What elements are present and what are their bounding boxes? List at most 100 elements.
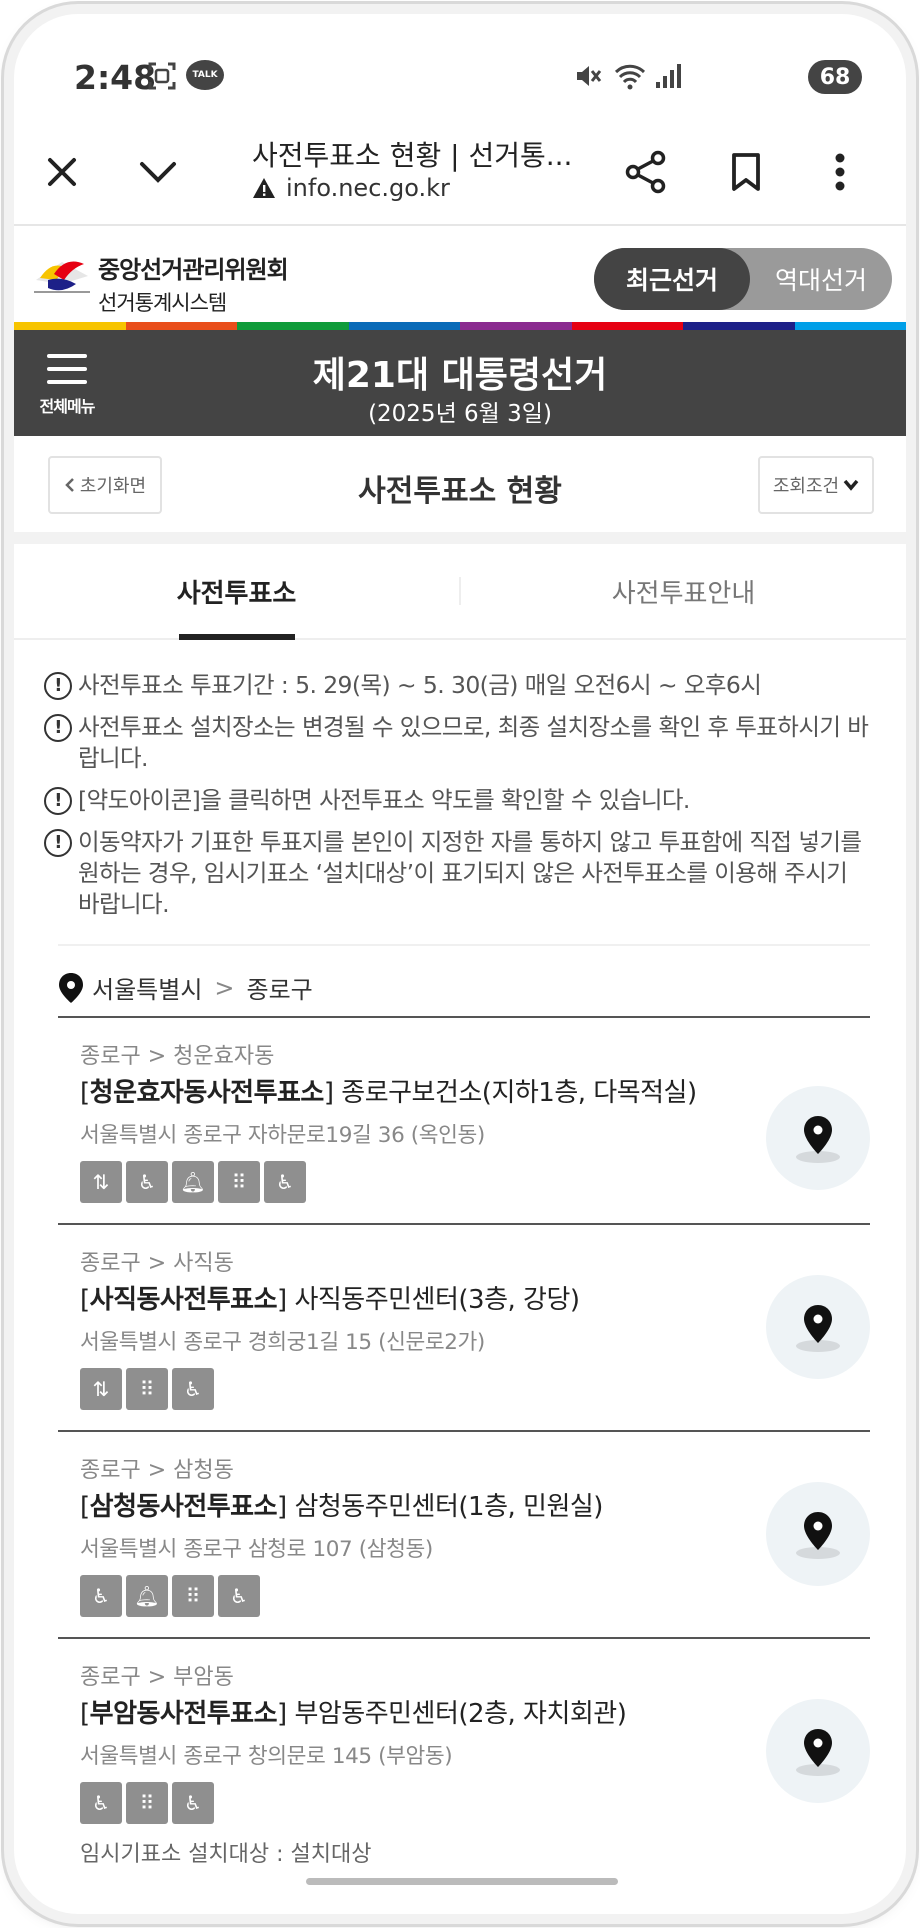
map-pin-icon <box>796 1305 840 1352</box>
station-name: 삼청동사전투표소 <box>89 1492 278 1522</box>
color-stripe-segment <box>571 322 683 330</box>
site-header: 중앙선거관리위원회 선거통계시스템 최근선거 역대선거 <box>14 226 906 326</box>
wheelchair-ramp-icon: ♿ <box>80 1575 122 1617</box>
color-stripe-segment <box>14 322 126 330</box>
station-title: [부암동사전투표소] 부암동주민센터(2층, 자치회관) <box>80 1699 627 1729</box>
notice-text: [약도아이콘]을 클릭하면 사전투표소 약도를 확인할 수 있습니다. <box>78 786 690 814</box>
station-address: 서울특별시 종로구 경희궁1길 15 (신문로2가) <box>80 1330 485 1355</box>
station-item[interactable]: 종로구 > 청운효자동 [청운효자동사전투표소] 종로구보건소(지하1층, 다목… <box>58 1018 870 1225</box>
chevron-down-icon <box>140 162 176 183</box>
braille-icon: ⠿ <box>172 1575 214 1617</box>
notice-item: ! [약도아이콘]을 클릭하면 사전투표소 약도를 확인할 수 있습니다. <box>44 785 874 816</box>
station-address: 서울특별시 종로구 삼청로 107 (삼청동) <box>80 1537 433 1562</box>
wifi-icon <box>610 60 650 92</box>
location-breadcrumb: 서울특별시 > 종로구 <box>58 970 313 1005</box>
station-name: 부암동사전투표소 <box>89 1699 278 1729</box>
election-title: 제21대 대통령선거 <box>312 355 608 396</box>
bookmark-button[interactable] <box>716 142 776 202</box>
station-name: 청운효자동사전투표소 <box>89 1078 325 1108</box>
notice-text: 사전투표소 설치장소는 변경될 수 있으므로, 최종 설치장소를 확인 후 투표… <box>78 713 869 772</box>
tab-early-voting-guide[interactable]: 사전투표안내 <box>461 544 906 638</box>
braille-icon: ⠿ <box>126 1368 168 1410</box>
station-title: [청운효자동사전투표소] 종로구보건소(지하1층, 다목적실) <box>80 1078 697 1108</box>
wheelchair-ramp-icon: ♿ <box>126 1161 168 1203</box>
color-stripe-segment <box>237 322 349 330</box>
wheelchair-icon: ♿ <box>172 1368 214 1410</box>
station-area: 종로구 > 청운효자동 <box>80 1044 275 1069</box>
org-name: 중앙선거관리위원회 <box>98 256 289 284</box>
gesture-home-indicator[interactable] <box>306 1878 618 1885</box>
exclamation-circle-icon: ! <box>44 714 72 742</box>
exclamation-circle-icon: ! <box>44 829 72 857</box>
map-pin-icon <box>796 1729 840 1776</box>
notice-text: 사전투표소 투표기간 : 5. 29(목) ~ 5. 30(금) 매일 오전6시… <box>78 671 762 699</box>
map-button[interactable] <box>766 1086 870 1190</box>
divider <box>58 944 870 946</box>
browser-toolbar: 사전투표소 현황 | 선거통... info.nec.go.kr <box>14 114 906 226</box>
station-name: 사직동사전투표소 <box>89 1285 278 1315</box>
color-stripe-segment <box>683 322 795 330</box>
home-button[interactable]: 초기화면 <box>48 456 162 514</box>
election-banner: 전체메뉴 제21대 대통령선거 (2025년 6월 3일) <box>14 330 906 436</box>
warning-icon <box>253 178 275 198</box>
station-place: 종로구보건소(지하1층, 다목적실) <box>341 1078 697 1108</box>
map-button[interactable] <box>766 1275 870 1379</box>
facility-icons: ♿ ⠿ ♿ <box>80 1782 870 1824</box>
tab-bar: 사전투표소 사전투표안내 <box>14 544 906 640</box>
org-subtitle: 선거통계시스템 <box>98 291 227 315</box>
notice-item: ! 이동약자가 기표한 투표지를 본인이 지정한 자를 통하지 않고 투표함에 … <box>44 827 874 920</box>
past-election-button[interactable]: 역대선거 <box>750 248 892 310</box>
url-text: info.nec.go.kr <box>286 174 450 202</box>
station-address: 서울특별시 종로구 창의문로 145 (부암동) <box>80 1744 453 1769</box>
station-item[interactable]: 종로구 > 사직동 [사직동사전투표소] 사직동주민센터(3층, 강당) 서울특… <box>58 1225 870 1432</box>
more-vert-icon <box>835 153 845 191</box>
map-button[interactable] <box>766 1699 870 1803</box>
close-tab-button[interactable] <box>32 142 92 202</box>
station-item[interactable]: 종로구 > 삼청동 [삼청동사전투표소] 삼청동주민센터(1층, 민원실) 서울… <box>58 1432 870 1639</box>
notice-item: ! 사전투표소 설치장소는 변경될 수 있으므로, 최종 설치장소를 확인 후 … <box>44 712 874 774</box>
braille-icon: ⠿ <box>218 1161 260 1203</box>
braille-icon: ⠿ <box>126 1782 168 1824</box>
station-address: 서울특별시 종로구 자하문로19길 36 (옥인동) <box>80 1123 485 1148</box>
search-conditions-button[interactable]: 조회조건 <box>758 456 874 514</box>
map-button[interactable] <box>766 1482 870 1586</box>
recent-election-button[interactable]: 최근선거 <box>594 248 750 310</box>
collapse-button[interactable] <box>128 142 188 202</box>
notice-list: ! 사전투표소 투표기간 : 5. 29(목) ~ 5. 30(금) 매일 오전… <box>44 670 874 931</box>
org-title[interactable]: 중앙선거관리위원회 선거통계시스템 <box>98 250 289 317</box>
station-item[interactable]: 종로구 > 부암동 [부암동사전투표소] 부암동주민센터(2층, 자치회관) 서… <box>58 1639 870 1868</box>
share-button[interactable] <box>616 142 676 202</box>
chevron-down-icon <box>843 479 859 491</box>
location-city: 서울특별시 <box>92 976 203 1004</box>
nec-logo-icon[interactable] <box>32 250 92 300</box>
chevron-left-icon <box>65 478 74 492</box>
color-stripe-segment <box>794 322 906 330</box>
more-menu-button[interactable] <box>810 142 870 202</box>
station-title: [삼청동사전투표소] 삼청동주민센터(1층, 민원실) <box>80 1492 603 1522</box>
elevator-icon: ⇅ <box>80 1368 122 1410</box>
map-pin-icon <box>796 1512 840 1559</box>
color-stripe-segment <box>460 322 572 330</box>
map-pin-icon <box>59 972 83 1003</box>
status-bar: 2:48 TALK 68 <box>14 14 906 114</box>
location-separator: > <box>214 973 235 1002</box>
home-button-label: 초기화면 <box>79 476 147 497</box>
call-bell-icon: 🔔︎ <box>126 1575 168 1617</box>
wheelchair-icon: ♿ <box>264 1161 306 1203</box>
url-bar[interactable]: info.nec.go.kr <box>252 174 450 202</box>
wheelchair-ramp-icon: ♿ <box>80 1782 122 1824</box>
talk-icon: TALK <box>186 60 224 90</box>
station-place: 삼청동주민센터(1층, 민원실) <box>294 1492 603 1522</box>
facility-icons: ⇅ ♿ 🔔︎ ⠿ ♿ <box>80 1161 870 1203</box>
share-icon <box>625 150 666 194</box>
screenshot-icon <box>142 60 182 92</box>
tab-early-voting-stations[interactable]: 사전투표소 <box>14 544 459 638</box>
browser-page-title: 사전투표소 현황 | 선거통... <box>252 139 573 172</box>
close-icon <box>48 158 76 186</box>
call-bell-icon: 🔔︎ <box>172 1161 214 1203</box>
wheelchair-icon: ♿ <box>172 1782 214 1824</box>
location-district: 종로구 <box>246 976 313 1004</box>
mute-icon <box>568 60 608 92</box>
color-stripe <box>14 322 906 330</box>
temporary-booth-status: 임시기표소 설치대상 : 설치대상 <box>80 1842 372 1867</box>
